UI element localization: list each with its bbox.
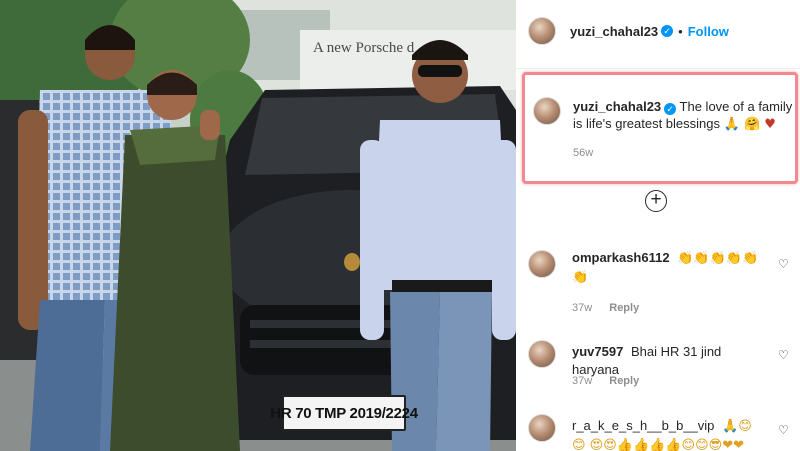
load-more-comments-icon[interactable]: + (645, 190, 667, 212)
like-heart-icon[interactable]: ♡ (778, 258, 790, 270)
like-heart-icon[interactable]: ♡ (778, 424, 790, 436)
showroom-banner: A new Porsche d (313, 40, 415, 56)
post-header: yuzi_chahal23 ✓ • Follow (528, 14, 729, 48)
author-avatar[interactable] (528, 17, 556, 45)
comment-meta: 37w Reply (572, 302, 639, 314)
comment-body: yuv7597 Bhai HR 31 jind haryana (572, 343, 762, 379)
comment-avatar[interactable] (528, 414, 556, 442)
photo-scene (0, 0, 516, 451)
caption-avatar[interactable] (533, 97, 561, 125)
comment-timestamp[interactable]: 37w (572, 375, 592, 387)
post-side-panel: yuzi_chahal23 ✓ • Follow yuzi_chahal23 ✓ … (516, 0, 800, 451)
comment-body: r_a_k_e_s_h__b_b__vip 🙏😊😊 😍😍👍👍👍👍😊😊😎❤❤ (572, 417, 762, 451)
verified-icon: ✓ (661, 25, 674, 37)
post-photo: A new Porsche d HR 70 TMP 2019/2224 (0, 0, 516, 451)
header-divider (516, 68, 800, 69)
author-username[interactable]: yuzi_chahal23 (570, 24, 658, 39)
comment-item: r_a_k_e_s_h__b_b__vip 🙏😊😊 😍😍👍👍👍👍😊😊😎❤❤ ♡ (528, 414, 794, 451)
comment-username[interactable]: yuv7597 (572, 344, 623, 359)
reply-button[interactable]: Reply (609, 302, 639, 314)
comment-username[interactable]: r_a_k_e_s_h__b_b__vip (572, 418, 714, 433)
verified-icon: ✓ (664, 103, 677, 115)
comment-avatar[interactable] (528, 250, 556, 278)
comment-item: omparkash6112 👏👏👏👏👏 👏 37w Reply ♡ (528, 246, 794, 318)
comment-body: omparkash6112 👏👏👏👏👏 👏 (572, 249, 762, 287)
comment-timestamp[interactable]: 37w (572, 302, 592, 314)
caption-emojis: 🙏 🤗 ♥ (723, 117, 776, 132)
caption-timestamp[interactable]: 56w (573, 147, 593, 159)
comment-item: yuv7597 Bhai HR 31 jind haryana 37w Repl… (528, 340, 794, 394)
comment-meta: 37w Reply (572, 375, 639, 387)
license-plate: HR 70 TMP 2019/2224 (270, 395, 418, 431)
caption-username[interactable]: yuzi_chahal23 (573, 99, 661, 114)
reply-button[interactable]: Reply (609, 375, 639, 387)
comment-avatar[interactable] (528, 340, 556, 368)
comment-username[interactable]: omparkash6112 (572, 250, 670, 265)
caption-highlight: yuzi_chahal23 ✓ The love of a family is l… (522, 72, 798, 184)
caption: yuzi_chahal23 ✓ The love of a family is l… (573, 98, 793, 133)
header-separator: • (678, 23, 683, 39)
like-heart-icon[interactable]: ♡ (778, 349, 790, 361)
follow-button[interactable]: Follow (688, 24, 729, 39)
